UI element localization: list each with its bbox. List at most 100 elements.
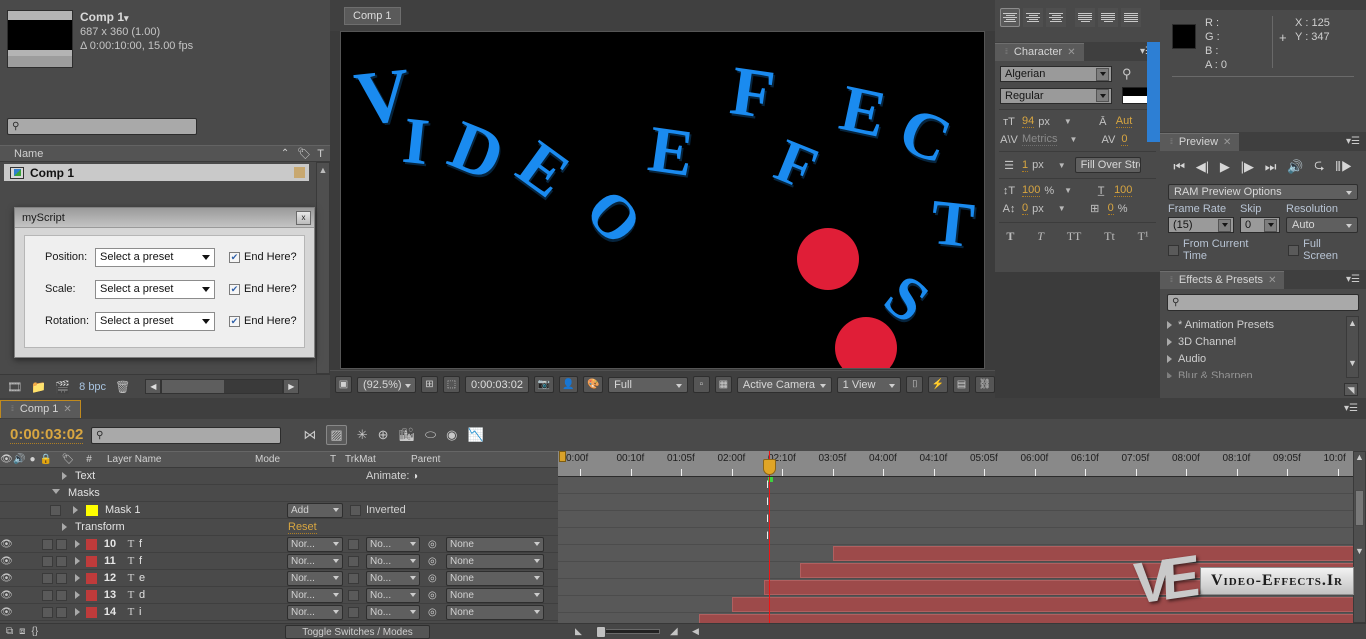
tab-effects-presets[interactable]: Effects & Presets ✕ bbox=[1160, 270, 1285, 289]
layer-label-color[interactable] bbox=[86, 606, 97, 618]
graph-property-row[interactable]: I bbox=[558, 528, 1366, 545]
hscroll-left-icon[interactable]: ◀ bbox=[145, 379, 162, 394]
tracking-value[interactable]: 0 bbox=[1121, 133, 1128, 146]
from-current-time-checkbox[interactable]: From Current Time bbox=[1168, 238, 1274, 262]
close-icon[interactable]: ✕ bbox=[63, 404, 71, 415]
auto-keyframe-icon[interactable]: ◉ bbox=[446, 427, 457, 443]
layer-name[interactable]: d bbox=[139, 589, 145, 601]
label-color-swatch[interactable] bbox=[294, 167, 305, 178]
column-layer-name[interactable]: Layer Name bbox=[101, 454, 251, 465]
trkmat-select[interactable]: No... bbox=[366, 536, 420, 552]
table-row[interactable]: 👁 10 T f Nor... No... ◎ None bbox=[0, 536, 558, 553]
property-row-mask1[interactable]: Mask 1 Add Inverted bbox=[0, 502, 558, 519]
sort-ascending-icon[interactable]: ⌃ bbox=[281, 148, 297, 159]
scale-end-here-checkbox[interactable]: ✔ End Here? bbox=[229, 283, 297, 295]
timeline-scrollbar[interactable]: ▲ ▼ bbox=[1353, 451, 1366, 623]
show-snapshot-icon[interactable]: 👤 bbox=[558, 376, 579, 393]
position-end-here-checkbox[interactable]: ✔ End Here? bbox=[229, 251, 297, 263]
new-folder-icon[interactable]: 📁 bbox=[31, 381, 46, 393]
audio-icon[interactable]: 🔊 bbox=[1287, 159, 1303, 175]
disclosure-triangle-open-icon[interactable] bbox=[52, 488, 60, 498]
effects-scrollbar[interactable]: ▲ ▼ bbox=[1346, 316, 1359, 378]
stroke-width-value[interactable]: 1 bbox=[1022, 159, 1029, 172]
disclosure-triangle-icon[interactable] bbox=[1167, 337, 1172, 346]
trkmat-select[interactable]: No... bbox=[366, 570, 420, 586]
align-left-button[interactable] bbox=[1000, 8, 1020, 27]
scroll-up-icon[interactable]: ▲ bbox=[1347, 318, 1358, 328]
layer-label-color[interactable] bbox=[86, 589, 97, 601]
chevron-down-icon[interactable]: ▾ bbox=[124, 13, 129, 23]
hide-shy-layers-icon[interactable]: ✳ bbox=[357, 427, 368, 443]
views-select[interactable]: 1 View bbox=[836, 376, 902, 393]
align-right-button[interactable] bbox=[1046, 8, 1066, 27]
small-caps-button[interactable]: Tt bbox=[1104, 229, 1115, 244]
timeline-search-field[interactable] bbox=[107, 429, 277, 441]
myscript-titlebar[interactable]: myScript x bbox=[15, 208, 314, 228]
horizontal-scale-value[interactable]: 100 bbox=[1114, 184, 1133, 197]
mask-inverted-checkbox[interactable] bbox=[350, 504, 361, 516]
layer-name[interactable]: i bbox=[139, 606, 141, 618]
project-column-name[interactable]: Name bbox=[0, 148, 43, 160]
stroke-chevron-down-icon[interactable]: ▼ bbox=[1058, 161, 1066, 170]
property-row-text[interactable]: Text Animate: ◑ bbox=[0, 468, 558, 485]
font-style-select[interactable]: Regular bbox=[1000, 87, 1112, 104]
column-mode[interactable]: Mode bbox=[251, 454, 325, 465]
last-frame-icon[interactable]: ⏭ bbox=[1265, 159, 1277, 175]
leading-value[interactable]: Aut bbox=[1115, 115, 1133, 128]
zoom-out-icon[interactable]: ◣ bbox=[575, 626, 582, 637]
bold-button[interactable]: T bbox=[1006, 229, 1014, 244]
parent-select[interactable]: None bbox=[446, 553, 544, 569]
baseline-shift-value[interactable]: 0 bbox=[1022, 202, 1029, 215]
delete-icon[interactable]: 🗑 bbox=[115, 381, 130, 393]
disclosure-triangle-icon[interactable] bbox=[75, 540, 80, 548]
label-tag-icon[interactable]: 🏷 bbox=[297, 147, 317, 160]
layer-visibility-icon[interactable]: 👁 bbox=[0, 556, 13, 567]
superscript-button[interactable]: T¹ bbox=[1138, 229, 1149, 244]
snapshot-camera-icon[interactable]: 📷 bbox=[533, 376, 554, 393]
expression-icon[interactable]: {} bbox=[32, 626, 39, 637]
font-family-select[interactable]: Algerian bbox=[1000, 66, 1112, 82]
viewer-tab-comp1[interactable]: Comp 1 bbox=[344, 7, 401, 25]
effects-search-input[interactable]: ⚲ bbox=[1167, 294, 1359, 311]
rotation-end-here-checkbox[interactable]: ✔ End Here? bbox=[229, 315, 297, 327]
graph-property-row[interactable]: I bbox=[558, 494, 1366, 511]
timeline-ruler[interactable]: 0:00f 00:10f 01:05f 02:00f 02:10f 03:05f 04:00… bbox=[558, 451, 1366, 477]
graph-property-row[interactable]: I bbox=[558, 477, 1366, 494]
project-scrollbar[interactable]: ▲ bbox=[316, 162, 330, 374]
scroll-down-icon[interactable]: ▼ bbox=[1354, 546, 1365, 556]
vertical-scale-value[interactable]: 100 bbox=[1022, 184, 1041, 197]
parent-pickwhip-icon[interactable]: ◎ bbox=[428, 590, 437, 601]
new-comp-icon[interactable]: 🎬 bbox=[55, 381, 70, 393]
playhead[interactable] bbox=[769, 477, 771, 623]
trkmat-select[interactable]: No... bbox=[366, 553, 420, 569]
effects-search-field[interactable] bbox=[1183, 296, 1354, 309]
fill-stroke-order-select[interactable]: Fill Over Stro bbox=[1074, 157, 1141, 173]
table-row[interactable]: 👁 12 T e Nor... No... ◎ None bbox=[0, 570, 558, 587]
project-search-field[interactable] bbox=[23, 120, 192, 133]
parent-pickwhip-icon[interactable]: ◎ bbox=[428, 607, 437, 618]
graph-editor-icon[interactable]: 📉 bbox=[467, 427, 483, 443]
previous-frame-icon[interactable]: ◀| bbox=[1196, 159, 1209, 175]
composition-canvas[interactable]: VIDEOEFFECTS bbox=[340, 31, 985, 369]
full-screen-checkbox[interactable]: Full Screen bbox=[1288, 238, 1358, 262]
scroll-up-icon[interactable]: ▲ bbox=[1354, 452, 1365, 462]
playhead-handle[interactable] bbox=[763, 459, 777, 475]
graph-property-row[interactable]: I bbox=[558, 511, 1366, 528]
timeline-zoom-slider[interactable] bbox=[596, 626, 660, 638]
preserve-transparency-checkbox[interactable] bbox=[348, 606, 359, 618]
font-size-value[interactable]: 94 bbox=[1022, 115, 1035, 128]
kerning-chevron-down-icon[interactable]: ▼ bbox=[1069, 135, 1077, 144]
preserve-transparency-checkbox[interactable] bbox=[348, 572, 359, 584]
justify-all-button[interactable] bbox=[1121, 8, 1141, 27]
column-t[interactable]: T bbox=[325, 454, 341, 465]
layer-name[interactable]: e bbox=[139, 572, 145, 584]
transparency-grid-icon[interactable]: ▦ bbox=[714, 376, 732, 393]
disclosure-triangle-icon[interactable] bbox=[1167, 354, 1172, 363]
parent-pickwhip-icon[interactable]: ◎ bbox=[428, 573, 437, 584]
scroll-up-icon[interactable]: ▲ bbox=[317, 165, 329, 175]
close-icon[interactable]: ✕ bbox=[1067, 47, 1075, 58]
grid-guides-icon[interactable]: ⊞ bbox=[420, 376, 438, 393]
channels-icon[interactable]: 🎨 bbox=[583, 376, 604, 393]
panel-menu-icon[interactable]: ▾☰ bbox=[1346, 274, 1366, 285]
effects-item-blur-sharpen[interactable]: Blur & Sharpen bbox=[1167, 367, 1359, 378]
